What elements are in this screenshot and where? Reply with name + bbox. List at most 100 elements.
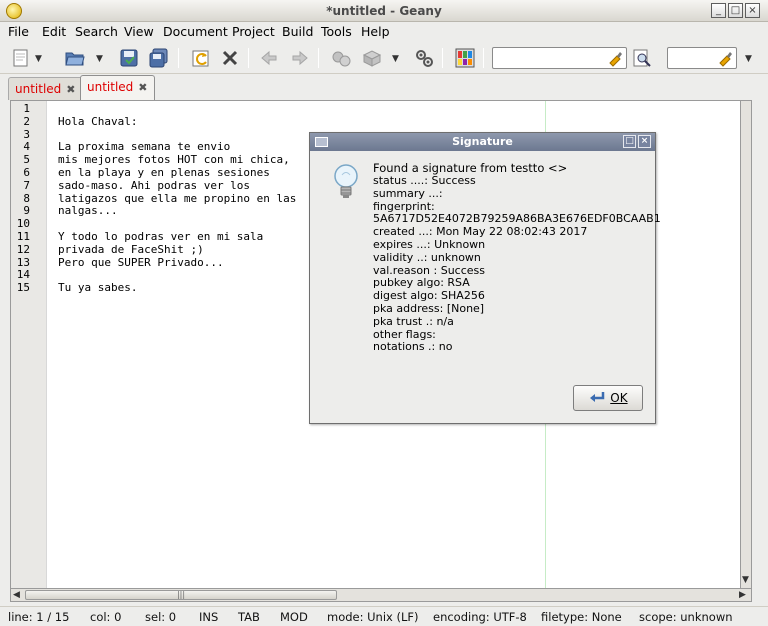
compile-icon[interactable]: [330, 47, 352, 69]
status-mode: mode: Unix (LF): [327, 610, 419, 624]
save-all-icon[interactable]: [148, 47, 170, 69]
new-file-icon[interactable]: [10, 47, 32, 69]
menu-build[interactable]: Build: [282, 24, 313, 39]
menu-tools[interactable]: Tools: [321, 24, 352, 39]
tab-untitled-1[interactable]: untitled ✖: [8, 77, 83, 100]
close-file-icon[interactable]: [219, 47, 241, 69]
toolbar-separator: [178, 48, 179, 68]
signature-details: status ....: Success summary ...: fingerp…: [373, 174, 661, 354]
menu-view[interactable]: View: [124, 24, 154, 39]
menu-file[interactable]: File: [8, 24, 29, 39]
line-number: 1: [23, 102, 30, 115]
dialog-title: Signature: [452, 135, 513, 148]
execute-icon[interactable]: [413, 47, 435, 69]
status-filetype: filetype: None: [541, 610, 622, 624]
status-sel: sel: 0: [145, 610, 177, 624]
code-line: Hola Chaval:: [58, 114, 138, 128]
line-number: 6: [23, 166, 30, 179]
code-line: Pero que SUPER Privado...: [58, 255, 224, 269]
status-ins: INS: [199, 610, 219, 624]
signature-detail-line: notations .: no: [373, 340, 453, 354]
horizontal-scrollbar[interactable]: ◀ ||| ▶: [10, 588, 752, 602]
line-number-gutter: 1 2 3 4 5 6 7 8 9 10 11 12 13 14 15: [11, 101, 47, 589]
signature-detail-line: summary ...:: [373, 186, 447, 200]
signature-detail-line: validity ..: unknown: [373, 250, 481, 264]
signature-found-text: Found a signature from testto <>: [373, 161, 568, 175]
menu-edit[interactable]: Edit: [42, 24, 66, 39]
color-chooser-icon[interactable]: [454, 47, 476, 69]
horizontal-scroll-thumb[interactable]: |||: [25, 590, 337, 600]
tab-close-icon[interactable]: ✖: [138, 81, 147, 94]
find-icon[interactable]: [631, 47, 653, 69]
menu-search[interactable]: Search: [75, 24, 118, 39]
tab-label: untitled: [15, 82, 62, 96]
open-dropdown-icon[interactable]: ▼: [96, 54, 103, 64]
save-icon[interactable]: [118, 47, 140, 69]
signature-detail-line: expires ...: Unknown: [373, 237, 486, 251]
signature-detail-line: pka address: [None]: [373, 301, 485, 315]
navigate-forward-icon[interactable]: [289, 47, 311, 69]
dialog-title-bar[interactable]: Signature □ ×: [310, 133, 655, 151]
menu-help[interactable]: Help: [361, 24, 390, 39]
status-tab: TAB: [238, 610, 260, 624]
line-number: 12: [16, 242, 30, 256]
info-bulb-icon: [334, 164, 358, 198]
line-number: 7: [23, 178, 30, 192]
toolbar-separator: [248, 48, 249, 68]
code-line: en la playa y en plenas sesiones: [58, 165, 270, 179]
line-number: 2: [23, 114, 30, 128]
dialog-window-icon: [315, 137, 328, 147]
minimize-button[interactable]: _: [711, 3, 726, 18]
new-file-dropdown-icon[interactable]: ▼: [35, 54, 42, 64]
revert-icon[interactable]: [190, 47, 212, 69]
scroll-left-icon[interactable]: ◀: [13, 590, 20, 600]
scroll-down-icon[interactable]: ▼: [742, 575, 749, 585]
maximize-button[interactable]: □: [728, 3, 743, 18]
status-mod: MOD: [280, 610, 308, 624]
code-line: privada de FaceShit ;): [58, 242, 204, 256]
tab-close-icon[interactable]: ✖: [66, 83, 75, 96]
title-bar: *untitled - Geany _ □ ×: [0, 0, 768, 22]
code-line: Y todo lo podras ver en mi sala: [58, 229, 264, 243]
signature-detail-line: pka trust .: n/a: [373, 314, 454, 328]
code-line: Tu ya sabes.: [58, 281, 138, 295]
ok-label: OK: [610, 391, 628, 405]
navigate-back-icon[interactable]: [258, 47, 280, 69]
signature-dialog: Signature □ × Found a signature from tes…: [309, 132, 661, 424]
status-encoding: encoding: UTF-8: [433, 610, 527, 624]
window-title: *untitled - Geany: [326, 4, 442, 18]
toolbar-separator: [442, 48, 443, 68]
line-number: 15: [16, 281, 30, 295]
dialog-maximize-button[interactable]: □: [623, 135, 636, 148]
line-number: 11: [16, 230, 30, 243]
clear-search-icon[interactable]: [606, 49, 624, 67]
ok-button[interactable]: OK: [573, 385, 643, 411]
signature-detail-line: status ....: Success: [373, 174, 476, 187]
status-line: line: 1 / 15: [8, 610, 70, 624]
open-folder-icon[interactable]: [64, 47, 86, 69]
editor-text[interactable]: Hola Chaval: La proxima semana te envio mi…: [58, 103, 296, 295]
tab-label: untitled: [87, 80, 134, 94]
toolbar-separator: [483, 48, 484, 68]
code-line: sado-maso. Ahi podras ver los: [58, 178, 251, 192]
menu-bar: File Edit Search View Document Project B…: [0, 22, 768, 42]
document-tabs: untitled ✖ untitled ✖: [0, 74, 768, 100]
goto-dropdown-icon[interactable]: ▼: [745, 54, 752, 64]
tab-untitled-2[interactable]: untitled ✖: [80, 75, 155, 100]
scroll-right-icon[interactable]: ▶: [739, 590, 746, 600]
enter-arrow-icon: [590, 392, 605, 402]
code-line: nalgas...: [58, 204, 118, 218]
menu-document[interactable]: Document: [163, 24, 228, 39]
vertical-scrollbar[interactable]: ▼: [740, 100, 752, 590]
menu-project[interactable]: Project: [232, 24, 275, 39]
clear-goto-icon[interactable]: [716, 49, 734, 67]
toolbar-separator: [318, 48, 319, 68]
close-window-button[interactable]: ×: [745, 3, 760, 18]
dialog-close-button[interactable]: ×: [638, 135, 651, 148]
build-dropdown-icon[interactable]: ▼: [392, 54, 399, 64]
status-col: col: 0: [90, 610, 122, 624]
build-icon[interactable]: [361, 47, 383, 69]
status-bar: line: 1 / 15 col: 0 sel: 0 INS TAB MOD m…: [0, 606, 768, 626]
status-scope: scope: unknown: [639, 610, 733, 624]
